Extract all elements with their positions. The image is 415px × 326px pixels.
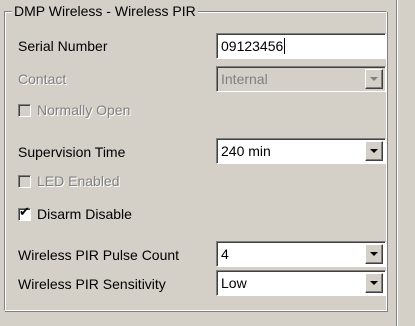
- normally-open-label: Normally Open: [37, 102, 131, 118]
- disarm-disable-label: Disarm Disable: [37, 206, 132, 222]
- disarm-disable-checkbox[interactable]: ✔: [18, 205, 31, 221]
- led-enabled-checkbox[interactable]: [18, 175, 31, 188]
- contact-label: Contact: [18, 71, 67, 87]
- pulse-count-dropdown-arrow-icon[interactable]: [365, 244, 383, 264]
- sensitivity-label: Wireless PIR Sensitivity: [18, 276, 166, 292]
- sensitivity-dropdown-arrow-icon[interactable]: [365, 273, 383, 293]
- pane-divider-highlight: [397, 0, 398, 326]
- supervision-time-label: Supervision Time: [18, 144, 126, 160]
- pulse-count-select[interactable]: 4: [216, 241, 386, 267]
- checkmark-icon: ✔: [19, 205, 30, 220]
- text-caret: [284, 38, 286, 54]
- groupbox-title: DMP Wireless - Wireless PIR: [12, 2, 198, 20]
- serial-number-label: Serial Number: [18, 38, 108, 54]
- led-enabled-label: LED Enabled: [37, 173, 120, 189]
- sensitivity-select[interactable]: Low: [216, 270, 386, 296]
- serial-number-input[interactable]: 09123456: [216, 33, 386, 59]
- pulse-count-value: 4: [221, 246, 229, 262]
- supervision-time-dropdown-arrow-icon[interactable]: [365, 141, 383, 161]
- supervision-time-value: 240 min: [221, 143, 271, 159]
- serial-number-value: 09123456: [221, 38, 284, 54]
- contact-value: Internal: [221, 71, 268, 87]
- sensitivity-value: Low: [221, 275, 247, 291]
- contact-dropdown-arrow-icon[interactable]: [365, 69, 383, 89]
- normally-open-checkbox[interactable]: [18, 104, 31, 117]
- pulse-count-label: Wireless PIR Pulse Count: [18, 247, 180, 263]
- contact-select[interactable]: Internal: [216, 66, 386, 92]
- supervision-time-select[interactable]: 240 min: [216, 138, 386, 164]
